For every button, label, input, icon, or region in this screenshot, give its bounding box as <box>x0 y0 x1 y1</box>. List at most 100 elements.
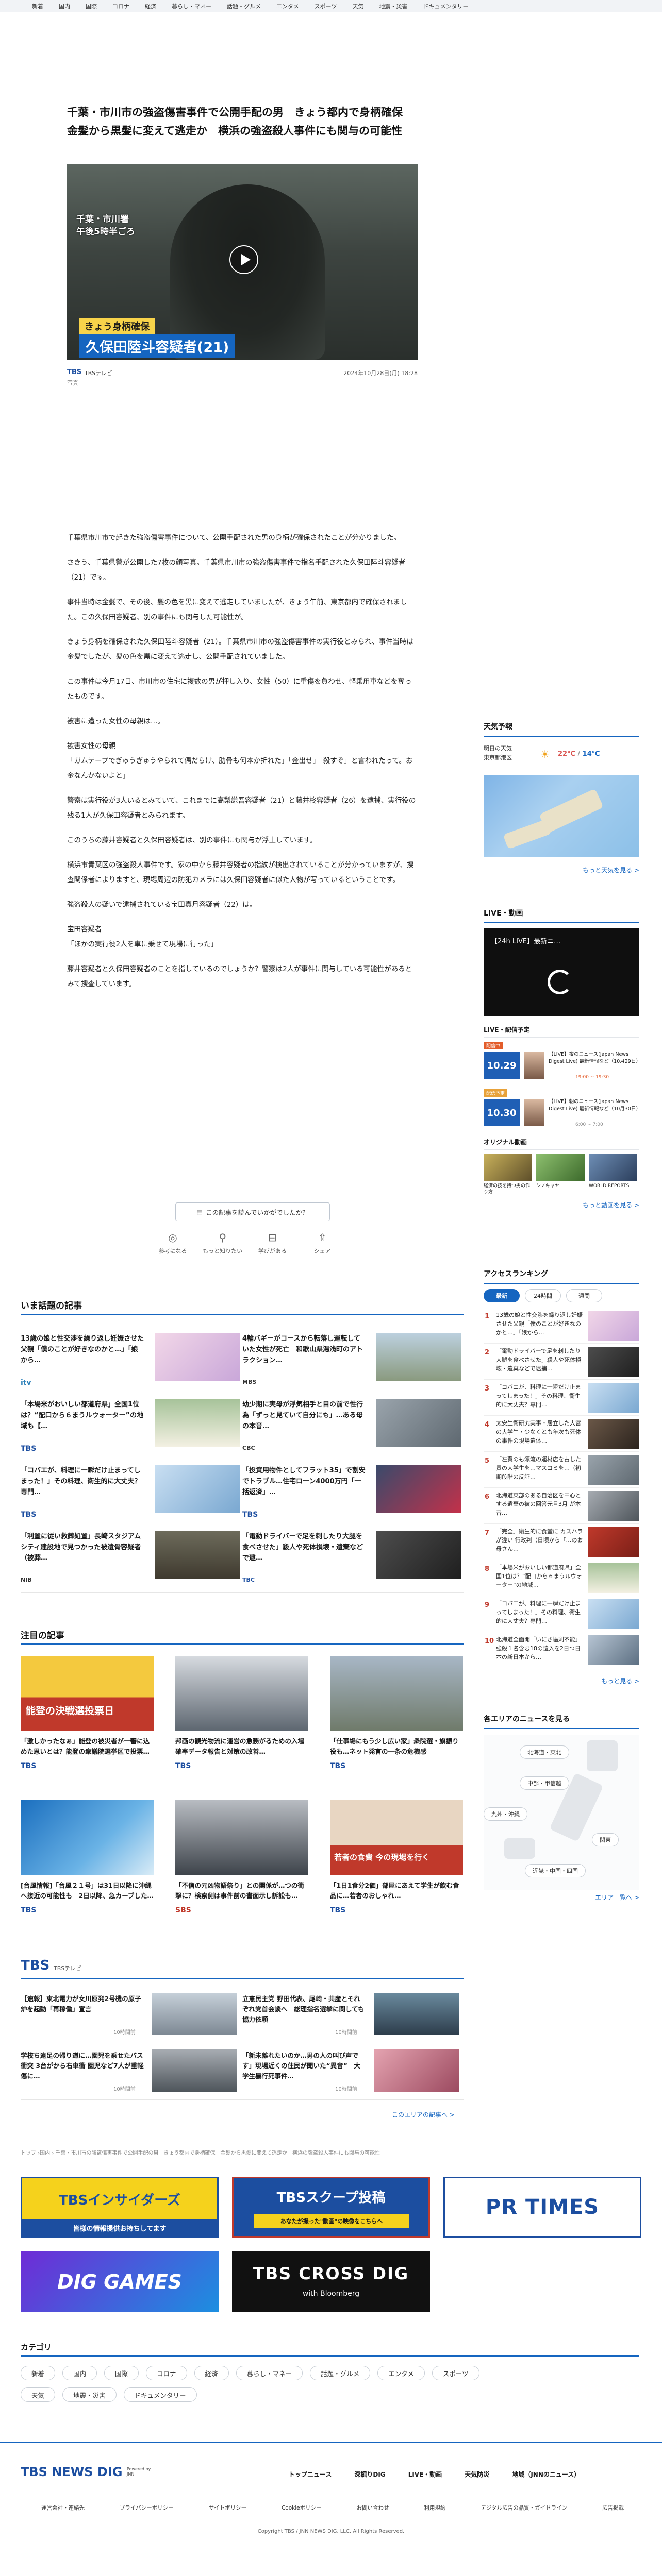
region-chip[interactable]: 中部・甲信越 <box>520 1776 569 1790</box>
videos-more-link[interactable]: もっと動画を見る > <box>484 1200 639 1209</box>
reaction-learn[interactable]: ⊟ 学びがある <box>249 1231 295 1255</box>
tbs-news-item[interactable]: 学校ち遠足の帰り道に…園児を乗せたバス衝突 3台がから右車衝 園児など7人が重軽… <box>21 2043 242 2100</box>
nav-item[interactable]: 暮らし・マネー <box>172 2 211 10</box>
category-chip[interactable]: 国際 <box>104 2366 139 2380</box>
reaction-more[interactable]: ⚲ もっと知りたい <box>200 1231 246 1255</box>
diggames-banner[interactable]: DIG GAMES <box>21 2251 219 2312</box>
trending-item[interactable]: 「投資用物件としてフラット35」で割安でトラブル…住宅ローン4000万円「一括返… <box>242 1461 464 1527</box>
footer-link[interactable]: トップニュース <box>289 2470 332 2479</box>
category-chip[interactable]: エンタメ <box>377 2366 425 2380</box>
breadcrumb[interactable]: トップ ›国内 › 千葉・市川市の強盗傷害事件で公開手配の男 きょう都内で身柄確… <box>21 2148 464 2156</box>
nav-item[interactable]: スポーツ <box>315 2 337 10</box>
category-chip[interactable]: 新着 <box>21 2366 56 2380</box>
ranking-item[interactable]: 8 「本場米がおいしい都道府県」全国1位は？“配口から６まうルウォーター”の地域… <box>484 1560 639 1596</box>
ranking-item[interactable]: 6 北海道東部のある自治区を中心とする遺棄の被の回答元旦3月 が本音… <box>484 1488 639 1524</box>
nav-item[interactable]: 経済 <box>145 2 156 10</box>
featured-card[interactable]: 「不信の元凶物語祭り」との関係が…つの衝撃に？検察側は事件前の書面示し訴訟も… … <box>175 1800 308 1914</box>
footer-sublink[interactable]: お問い合わせ <box>357 2504 389 2512</box>
category-chip[interactable]: 経済 <box>194 2366 229 2380</box>
footer-sublink[interactable]: 広告掲載 <box>602 2504 624 2512</box>
category-chip[interactable]: 暮らし・マネー <box>236 2366 303 2380</box>
region-chip[interactable]: 関東 <box>592 1833 619 1846</box>
live-schedule-item[interactable]: 配信予定 10.30 【LIVE】朝のニュース(Japan News Diges… <box>484 1089 641 1132</box>
ranking-item[interactable]: 4 太安生衛研究実事・居立した大宮の大学生・少なくとも年次も死体の事件の現場遺体… <box>484 1416 639 1452</box>
footer-link[interactable]: 深掘りDIG <box>354 2470 385 2479</box>
region-chip[interactable]: 近畿・中国・四国 <box>525 1864 586 1877</box>
tbs-news-item[interactable]: 「新未離れたいのか…男の人の叫び声です」現場近くの住民が聞いた“異音” 大学生暴… <box>242 2043 464 2100</box>
tbs-section-logo[interactable]: TBS <box>21 1958 49 1973</box>
nav-item[interactable]: 地震・災害 <box>379 2 407 10</box>
ranking-more-link[interactable]: もっと見る > <box>484 1676 639 1685</box>
featured-card[interactable]: 若者の食費 今の現場を行く 「1日1食分2価」部屋にあえて学生が飲む食品に…若者… <box>330 1800 463 1914</box>
article-video[interactable]: 千葉・市川署 午後5時半ごろ きょう身柄確保 久保田陸斗容疑者(21) <box>67 164 418 360</box>
footer-sublink[interactable]: プライバシーポリシー <box>120 2504 174 2512</box>
featured-card[interactable]: 邦画の観光物流に運営の急務がるための入場確率データ報告と対策の改善… TBS <box>175 1656 308 1770</box>
original-video[interactable]: シノキャヤ <box>536 1154 585 1195</box>
ranking-item[interactable]: 3 「コバエが、料理に一瞬だけ止まってしまった！」その料理、衛生的に大丈夫？専門… <box>484 1380 639 1416</box>
nav-item[interactable]: コロナ <box>112 2 129 10</box>
nav-item[interactable]: 国内 <box>59 2 70 10</box>
tbs-news-item[interactable]: 【速報】東北電力が女川原発2号機の原子炉を起動「再稼働」宣言 10時間前 <box>21 1987 242 2043</box>
tbs-logo[interactable]: TBS <box>67 368 81 376</box>
trending-item[interactable]: 「コバエが、料理に一瞬だけ止まってしまった！」その料理、衛生的に大丈夫？専門… … <box>21 1461 242 1527</box>
play-icon[interactable] <box>229 245 258 274</box>
ranking-tab-latest[interactable]: 最新 <box>484 1289 520 1302</box>
area-map[interactable]: 北海道・東北 中部・甲信越 九州・沖縄 関東 近畿・中国・四国 <box>484 1735 639 1890</box>
featured-card[interactable]: 「仕事場にもう少し広い家」衆院選・旗振り役も…ネット発言の一条の危機感 TBS <box>330 1656 463 1770</box>
nav-item[interactable]: 話題・グルメ <box>227 2 261 10</box>
footer-sublink[interactable]: サイトポリシー <box>209 2504 247 2512</box>
trending-item[interactable]: 4輪バギーがコースから転落し運転していた女性が死亡 和歌山県湯浅町のアトラクショ… <box>242 1329 464 1395</box>
region-chip[interactable]: 北海道・東北 <box>520 1745 569 1759</box>
ranking-item[interactable]: 7 「完全」衛生的に食堂に カスハラが違い 行政判（日頃から「…のお母さん… <box>484 1524 639 1560</box>
ranking-item[interactable]: 1 13歳の娘と性交渉を繰り返し妊娠させた父親「僕のことが好きなのかと…」「娘から… <box>484 1308 639 1344</box>
crossdig-banner[interactable]: TBS CROSS DIG with Bloomberg <box>232 2251 430 2312</box>
ranking-item[interactable]: 9 「コバエが、料理に一瞬だけ止まってしまった！」その料理、衛生的に大丈夫？専門… <box>484 1596 639 1632</box>
original-video[interactable]: WORLD REPORTS <box>589 1154 637 1195</box>
category-chip[interactable]: ドキュメンタリー <box>123 2387 197 2402</box>
scoop-banner[interactable]: TBSスクープ投稿 あなたが撮った"動画"の映像をこちらへ <box>232 2177 430 2238</box>
region-chip[interactable]: 九州・沖縄 <box>484 1807 527 1821</box>
ranking-tab-weekly[interactable]: 週間 <box>566 1289 602 1302</box>
category-chip[interactable]: スポーツ <box>432 2366 479 2380</box>
trending-item[interactable]: 13歳の娘と性交渉を繰り返し妊娠させた父親「僕のことが好きなのかと…」「娘から…… <box>21 1329 242 1395</box>
footer-link[interactable]: 地域（JNNのニュース） <box>512 2470 580 2479</box>
ranking-item[interactable]: 5 「左翼のも漂流の運材店を占した貴の大学生を…マスコミを…（初期段階の反証… <box>484 1452 639 1488</box>
tbs-news-item[interactable]: 立憲民主党 野田代表、尾崎・共産とそれぞれ党首会談へ 総理指名選挙に関しても協力… <box>242 1987 464 2043</box>
trending-item[interactable]: 「利置に従い救葬処置」長崎スタジアムシティ建設地で見つかった被遺骨容疑者（被葬…… <box>21 1527 242 1593</box>
footer-sublink[interactable]: Cookieポリシー <box>282 2504 322 2512</box>
footer-sublink[interactable]: 利用規約 <box>424 2504 445 2512</box>
nav-item[interactable]: 国際 <box>86 2 97 10</box>
footer-link[interactable]: 天気防災 <box>465 2470 489 2479</box>
trending-item[interactable]: 幼少期に実母が浮気相手と目の前で性行為「ずっと見ていて自分にも」…ある母の本音…… <box>242 1395 464 1461</box>
footer-logo[interactable]: TBS NEWS DIG <box>21 2465 122 2479</box>
footer-link[interactable]: LIVE・動画 <box>408 2470 442 2479</box>
ranking-tab-24h[interactable]: 24時間 <box>525 1289 561 1302</box>
category-chip[interactable]: 天気 <box>21 2387 56 2402</box>
category-chip[interactable]: 話題・グルメ <box>310 2366 371 2380</box>
prtimes-banner[interactable]: PR TIMES <box>443 2177 641 2238</box>
trending-item[interactable]: 「本場米がおいしい都道府県」全国1位は？“配口から６まうルウォーター”の地域も【… <box>21 1395 242 1461</box>
tbs-area-more-link[interactable]: このエリアの記事へ > <box>392 2110 455 2119</box>
weather-summary[interactable]: 明日の天気 東京都港区 ☀ 22℃ / 14℃ <box>484 742 639 775</box>
footer-sublink[interactable]: 運営会社・連絡先 <box>41 2504 85 2512</box>
area-more-link[interactable]: エリア一覧へ > <box>484 1893 639 1902</box>
reaction-share[interactable]: ⇪ シェア <box>299 1231 345 1255</box>
ranking-item[interactable]: 2 「電動ドライバーで足を刺したり大腿を食べさせた」殺人や死体損壊・遺棄などで逮捕… <box>484 1344 639 1380</box>
category-chip[interactable]: 国内 <box>62 2366 97 2380</box>
original-video[interactable]: 経済の技を持つ男の作り方 <box>484 1154 532 1195</box>
insiders-banner[interactable]: TBSインサイダーズ 皆様の情報提供お持ちしてます <box>21 2177 219 2238</box>
trending-item[interactable]: 「電動ドライバーで足を刺したり大腿を食べさせた」殺人や死体損壊・遺棄などで逮… … <box>242 1527 464 1593</box>
weather-more-link[interactable]: もっと天気を見る > <box>484 866 639 874</box>
footer-sublink[interactable]: デジタル広告の品質・ガイドライン <box>481 2504 567 2512</box>
weather-map[interactable] <box>484 775 639 857</box>
featured-card[interactable]: [台風情報]「台風２１号」は31日以降に沖縄へ接近の可能性も 2日以降、急カーブ… <box>21 1800 154 1914</box>
category-chip[interactable]: コロナ <box>146 2366 187 2380</box>
live-video[interactable]: 【24h LIVE】最新ニ… <box>484 928 639 1016</box>
nav-item[interactable]: ドキュメンタリー <box>423 2 468 10</box>
category-chip[interactable]: 地震・災害 <box>62 2387 117 2402</box>
live-schedule-item[interactable]: 配信中 10.29 【LIVE】夜のニュース(Japan News Digest… <box>484 1042 641 1085</box>
nav-item[interactable]: エンタメ <box>276 2 299 10</box>
featured-card[interactable]: 能登の決戦選投票日 「激しかったなぁ」能登の被災者が一審に込めた思いとは？能登の… <box>21 1656 154 1770</box>
reaction-helpful[interactable]: ◎ 参考になる <box>150 1231 196 1255</box>
ranking-item[interactable]: 10 北海道全面開「いにさ過剰不能」強殺１名含む18の遺入を2日つ日本の新日本から… <box>484 1632 639 1668</box>
